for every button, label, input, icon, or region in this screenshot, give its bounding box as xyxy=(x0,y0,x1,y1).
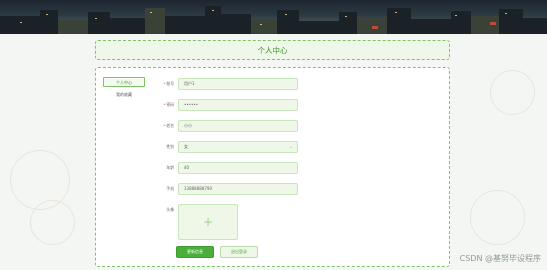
account-field[interactable]: 用户1 xyxy=(178,78,298,90)
field-label: *姓名 xyxy=(163,123,175,128)
name-field[interactable]: 小小 xyxy=(178,120,298,132)
field-label: *密码 xyxy=(163,102,175,107)
sidebar-item-label: 个人中心 xyxy=(116,80,132,85)
field-label: 年龄 xyxy=(166,165,174,170)
phone-field[interactable]: 13888888790 xyxy=(178,183,298,195)
logout-button[interactable]: 退出登录 xyxy=(220,246,258,258)
avatar-upload[interactable]: + xyxy=(178,204,238,240)
profile-panel: 个人中心 我的收藏 *账号 用户1 *密码 •••••• *姓名 小小 性别 女… xyxy=(95,67,450,267)
decor-flower xyxy=(30,200,75,245)
page-title: 个人中心 xyxy=(257,45,288,55)
form-row-account: *账号 xyxy=(158,78,177,90)
field-label: *账号 xyxy=(163,81,175,86)
password-field[interactable]: •••••• xyxy=(178,99,298,111)
sidebar-item-favorites[interactable]: 我的收藏 xyxy=(103,90,145,100)
decor-flower xyxy=(490,70,535,115)
form-row-age: 年龄 xyxy=(158,162,177,174)
sidebar-item-profile[interactable]: 个人中心 xyxy=(103,77,145,87)
header-banner-image xyxy=(0,0,547,34)
gender-select[interactable]: 女 ⌄ xyxy=(178,141,298,153)
sidebar-item-label: 我的收藏 xyxy=(116,92,132,97)
age-field[interactable]: 40 xyxy=(178,162,298,174)
page-title-box: 个人中心 xyxy=(95,40,450,60)
watermark: CSDN @基努毕设程序 xyxy=(459,254,541,263)
form-row-gender: 性别 xyxy=(158,141,177,153)
update-info-button[interactable]: 更新信息 xyxy=(176,246,214,258)
form-row-avatar: 头像 xyxy=(158,204,177,216)
chevron-down-icon: ⌄ xyxy=(288,144,293,150)
form-row-password: *密码 xyxy=(158,99,177,111)
form-row-phone: 手机 xyxy=(158,183,177,195)
field-label: 性别 xyxy=(166,144,174,149)
plus-icon: + xyxy=(202,215,214,229)
form-row-name: *姓名 xyxy=(158,120,177,132)
decor-flower xyxy=(470,190,525,245)
field-label: 头像 xyxy=(166,207,174,212)
field-label: 手机 xyxy=(166,186,174,191)
